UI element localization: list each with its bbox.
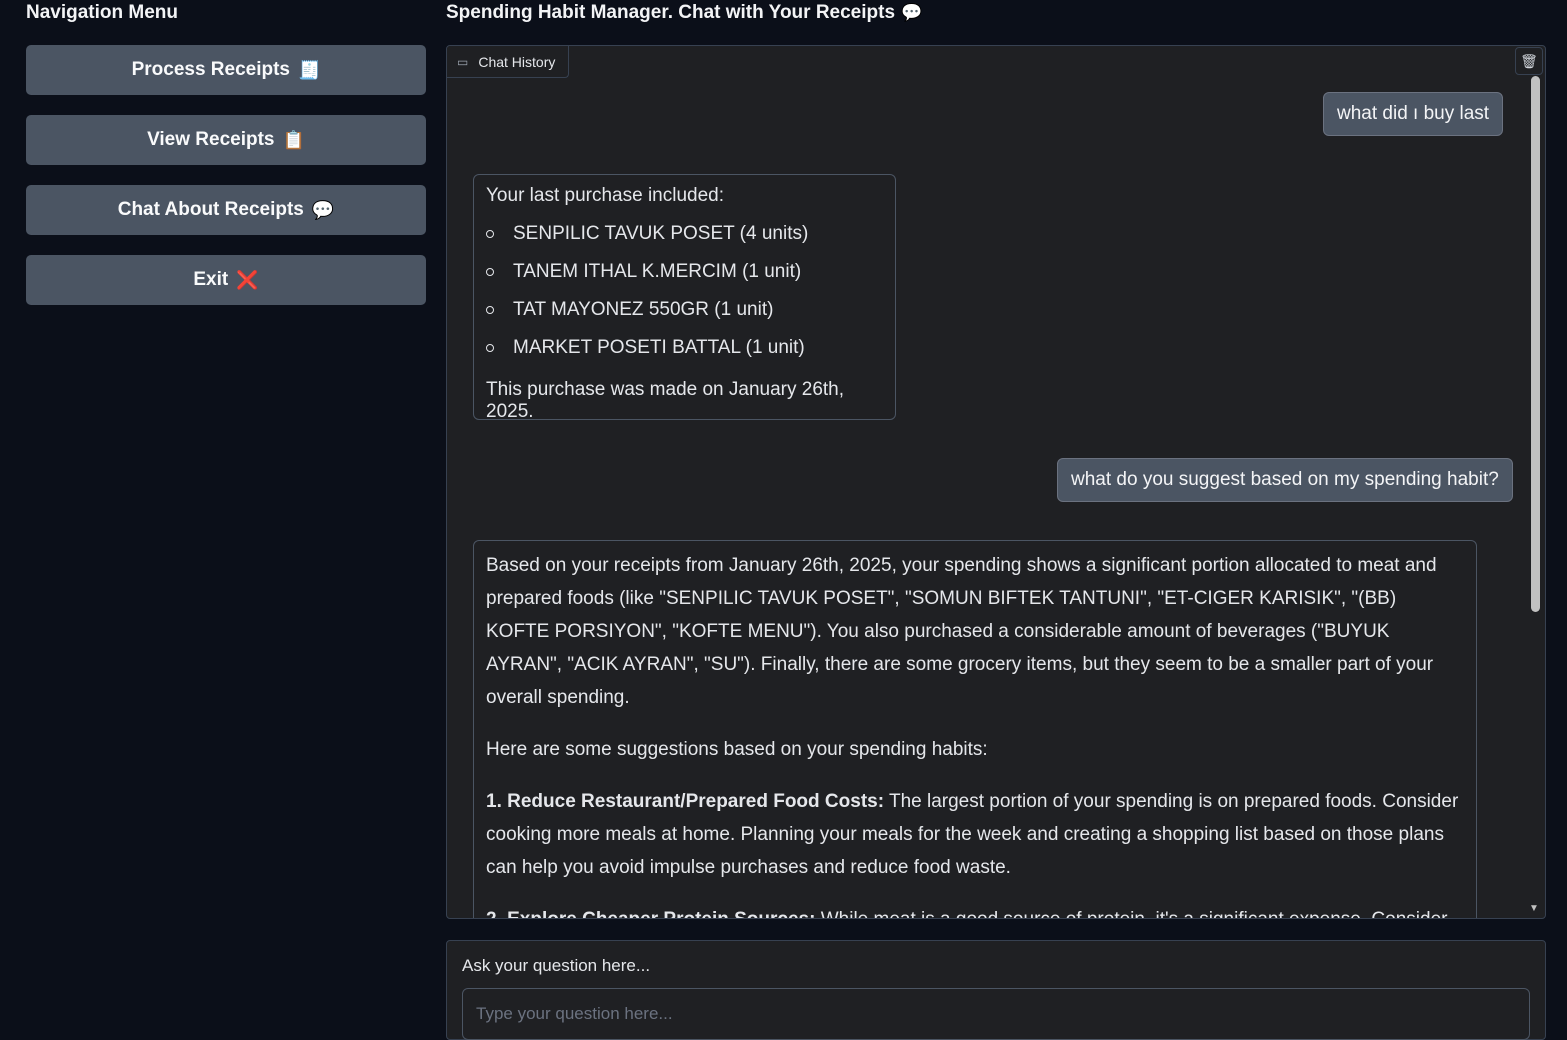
bot-message: Your last purchase included: SENPILIC TA… (473, 174, 896, 422)
exit-label: Exit (193, 269, 229, 290)
question-label: Ask your question here... (462, 956, 651, 975)
process-receipts-button[interactable]: Process Receipts 🧾 (26, 45, 426, 95)
chat-about-receipts-button[interactable]: Chat About Receipts 💬 (26, 185, 426, 235)
sidebar: Navigation Menu Process Receipts 🧾 View … (0, 0, 440, 1026)
view-receipts-label: View Receipts (147, 129, 275, 150)
process-receipts-label: Process Receipts (131, 59, 290, 80)
list-item-text: TANEM ITHAL K.MERCIM (1 unit) (513, 261, 802, 282)
clipboard-icon: 📋 (282, 129, 305, 150)
view-receipts-button[interactable]: View Receipts 📋 (26, 115, 426, 165)
cross-mark-icon: ❌ (236, 269, 259, 290)
list-item-text: SENPILIC TAVUK POSET (4 units) (513, 223, 809, 244)
list-item: MARKET POSETI BATTAL (1 unit) (486, 329, 883, 367)
chat-history-label: ▭ Chat History (447, 46, 569, 78)
bot-message-intro: Your last purchase included: (486, 185, 725, 206)
receipt-icon: 🧾 (298, 59, 321, 80)
chat-about-receipts-label: Chat About Receipts (117, 199, 304, 220)
scrollbar[interactable]: ▼ (1529, 76, 1541, 914)
speech-bubble-icon: 💬 (311, 199, 335, 220)
page-title: Spending Habit Manager. Chat with Your R… (446, 2, 922, 24)
list-item: TANEM ITHAL K.MERCIM (1 unit) (486, 253, 883, 291)
user-message: what did ı buy last (1323, 92, 1504, 136)
question-panel: Ask your question here... (446, 940, 1546, 1040)
bullet-icon (486, 230, 494, 238)
chat-history-label-text: Chat History (478, 53, 556, 70)
suggestion-1-title: 1. Reduce Restaurant/Prepared Food Costs… (486, 791, 885, 812)
list-item-text: TAT MAYONEZ 550GR (1 unit) (513, 299, 774, 320)
page-title-text: Spending Habit Manager. Chat with Your R… (446, 2, 896, 23)
speech-bubble-icon: 💬 (901, 3, 923, 22)
exit-button[interactable]: Exit ❌ (26, 255, 426, 305)
bot-message-outro: This purchase was made on January 26th, … (486, 379, 845, 422)
question-input[interactable] (462, 988, 1530, 1040)
bullet-icon (486, 306, 494, 314)
suggestion-2-title: 2. Explore Cheaper Protein Sources: (486, 909, 815, 918)
bot-message-paragraph: Here are some suggestions based on your … (486, 739, 988, 760)
list-item: SENPILIC TAVUK POSET (4 units) (486, 215, 883, 253)
chat-icon: ▭ (457, 54, 469, 69)
user-message: what do you suggest based on my spending… (1057, 458, 1513, 502)
user-message-text: what did ı buy last (1337, 103, 1490, 124)
trash-icon[interactable]: 🗑 (1515, 47, 1543, 75)
nav-title: Navigation Menu (26, 2, 179, 23)
scroll-down-icon[interactable]: ▼ (1529, 903, 1539, 914)
scrollbar-thumb[interactable] (1531, 76, 1540, 612)
list-item: TAT MAYONEZ 550GR (1 unit) (486, 291, 883, 329)
bullet-icon (486, 344, 494, 352)
suggestion-2: 2. Explore Cheaper Protein Sources: Whil… (486, 903, 1464, 918)
list-item-text: MARKET POSETI BATTAL (1 unit) (513, 337, 805, 358)
user-message-text: what do you suggest based on my spending… (1071, 469, 1499, 490)
bot-message-paragraph: Based on your receipts from January 26th… (486, 555, 1437, 708)
chat-history-panel[interactable]: ▭ Chat History 🗑 ▼ what did ı buy last Y… (446, 45, 1546, 919)
bullet-icon (486, 268, 494, 276)
purchase-list: SENPILIC TAVUK POSET (4 units) TANEM ITH… (486, 215, 883, 367)
suggestion-1: 1. Reduce Restaurant/Prepared Food Costs… (486, 785, 1464, 884)
bot-message: Based on your receipts from January 26th… (473, 540, 1477, 918)
